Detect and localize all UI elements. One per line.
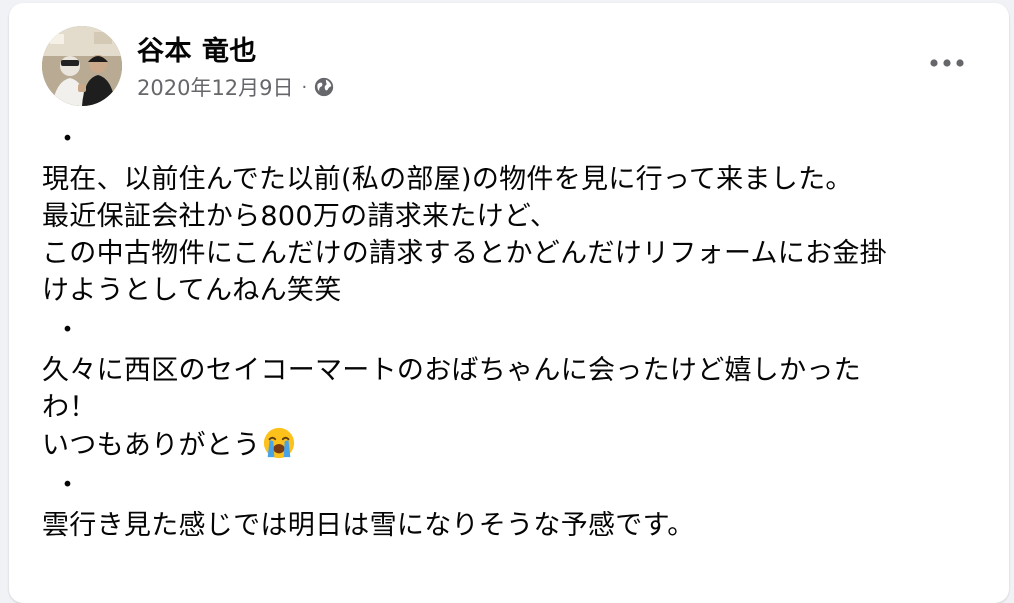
more-options-icon xyxy=(930,59,964,67)
text-line-with-emoji: いつもありがとう xyxy=(42,426,987,464)
author-name[interactable]: 谷本 竜也 xyxy=(137,29,257,68)
post-body: ・ 現在、以前住んでた以前(私の部屋)の物件を見に行って来ました。 最近保証会社… xyxy=(42,118,987,544)
author-avatar[interactable] xyxy=(42,26,122,106)
bullet-separator: ・ xyxy=(54,315,81,346)
text-line: 現在、以前住んでた以前(私の部屋)の物件を見に行って来ました。 xyxy=(42,164,853,195)
text-line: 久々に西区のセイコーマートのおばちゃんに会ったけど嬉しかった xyxy=(42,355,861,386)
avatar-photo xyxy=(42,26,122,106)
post-card: 谷本 竜也 2020年12月9日 · ・ 現在、以前住んでた以前(私の部屋)の物… xyxy=(9,3,1009,603)
post-header: 谷本 竜也 2020年12月9日 · xyxy=(9,3,1009,113)
text-line: 雲行き見た感じでは明日は雪になりそうな予感です。 xyxy=(42,510,695,541)
loudly-crying-face-emoji xyxy=(264,427,295,459)
meta-separator: · xyxy=(301,76,308,98)
text-line: けようとしてんねん笑笑 xyxy=(42,275,342,306)
text-line: わ！ xyxy=(42,392,97,423)
post-meta: 2020年12月9日 · xyxy=(137,73,335,101)
text-line: この中古物件にこんだけの請求するとかどんだけリフォームにお金掛 xyxy=(42,238,887,269)
post-date[interactable]: 2020年12月9日 xyxy=(137,72,294,102)
globe-icon[interactable] xyxy=(313,76,335,98)
text-line: 最近保証会社から800万の請求来たけど、 xyxy=(42,201,558,232)
text-span: いつもありがとう xyxy=(42,430,261,461)
bullet-separator: ・ xyxy=(54,470,81,501)
more-options-button[interactable] xyxy=(927,49,967,77)
bullet-separator: ・ xyxy=(54,124,81,155)
